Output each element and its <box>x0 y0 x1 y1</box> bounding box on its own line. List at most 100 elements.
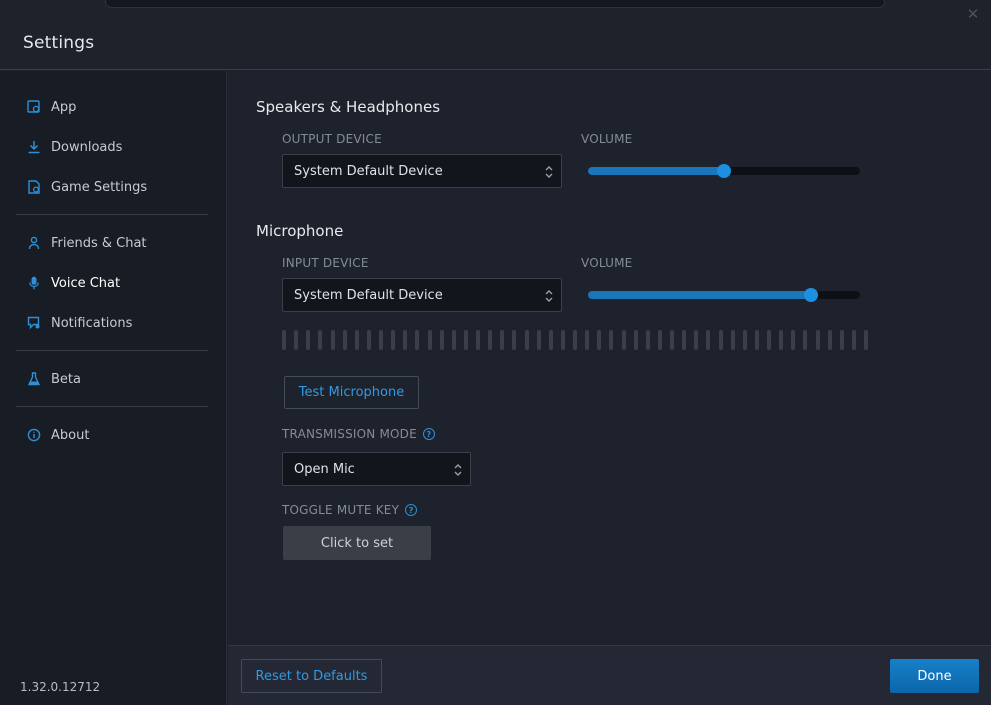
input-device-label: INPUT DEVICE <box>282 256 369 270</box>
page-title: Settings <box>23 33 95 53</box>
meter-bar <box>306 330 311 350</box>
sidebar-item-beta[interactable]: Beta <box>16 359 208 399</box>
mic-volume-label: VOLUME <box>581 256 633 270</box>
sidebar-group-social: Friends & Chat Voice Chat Notifications <box>16 223 208 343</box>
output-device-select[interactable]: System Default Device <box>282 154 562 188</box>
meter-bar <box>573 330 577 350</box>
download-icon <box>26 139 42 155</box>
meter-bar <box>536 330 541 350</box>
sidebar-item-label: App <box>51 99 77 115</box>
meter-bar <box>294 330 299 350</box>
sidebar-divider <box>16 406 208 407</box>
speaker-volume-label: VOLUME <box>581 132 633 146</box>
meter-bar <box>621 330 626 350</box>
meter-bar <box>851 330 856 350</box>
sidebar-item-app[interactable]: App <box>16 87 208 127</box>
sidebar-item-friends-chat[interactable]: Friends & Chat <box>16 223 208 263</box>
meter-bar <box>463 330 468 350</box>
test-microphone-button[interactable]: Test Microphone <box>284 376 419 409</box>
sidebar-item-label: Beta <box>51 371 81 387</box>
meter-bar <box>718 330 723 350</box>
set-mute-key-button[interactable]: Click to set <box>283 526 431 560</box>
reset-defaults-button[interactable]: Reset to Defaults <box>241 659 382 693</box>
microphone-section-title: Microphone <box>256 222 344 240</box>
sidebar-group-beta: Beta <box>16 359 208 399</box>
meter-bar <box>282 330 286 350</box>
app-icon <box>26 99 42 115</box>
slider-fill <box>588 167 724 175</box>
meter-bar <box>391 330 396 350</box>
meter-bar <box>488 330 493 350</box>
meter-bar <box>815 330 820 350</box>
sidebar: App Downloads Game Settings Friends & Ch… <box>0 71 227 705</box>
transmission-mode-label: TRANSMISSION MODE ? <box>282 427 435 441</box>
meter-bar <box>779 330 784 350</box>
speakers-section-title: Speakers & Headphones <box>256 98 441 116</box>
slider-thumb[interactable] <box>717 164 731 178</box>
notification-icon <box>26 315 42 331</box>
done-button[interactable]: Done <box>890 659 979 693</box>
help-icon[interactable]: ? <box>405 504 418 516</box>
sidebar-item-label: Notifications <box>51 315 133 331</box>
meter-bar <box>767 330 771 350</box>
select-arrows-icon <box>545 290 553 302</box>
meter-bar <box>730 330 735 350</box>
version-label: 1.32.0.12712 <box>20 680 101 694</box>
meter-bar <box>694 330 699 350</box>
meter-bar <box>657 330 662 350</box>
transmission-mode-text: TRANSMISSION MODE <box>282 427 417 441</box>
sidebar-group-general: App Downloads Game Settings <box>16 87 208 207</box>
meter-bar <box>791 330 796 350</box>
output-device-label: OUTPUT DEVICE <box>282 132 382 146</box>
meter-bar <box>379 330 383 350</box>
input-device-select[interactable]: System Default Device <box>282 278 562 312</box>
window-header: Settings ✕ <box>0 0 991 70</box>
select-arrows-icon <box>454 464 462 476</box>
sidebar-group-about: About <box>16 415 208 455</box>
meter-bar <box>548 330 553 350</box>
help-icon[interactable]: ? <box>422 428 435 440</box>
sidebar-item-game-settings[interactable]: Game Settings <box>16 167 208 207</box>
meter-bar <box>342 330 347 350</box>
meter-bar <box>366 330 371 350</box>
speaker-volume-slider[interactable] <box>588 164 860 178</box>
mic-volume-slider[interactable] <box>588 288 860 302</box>
meter-bar <box>512 330 517 350</box>
meter-bar <box>706 330 711 350</box>
sidebar-item-downloads[interactable]: Downloads <box>16 127 208 167</box>
sidebar-item-about[interactable]: About <box>16 415 208 455</box>
window-top-strip <box>105 0 885 8</box>
meter-bar <box>451 330 456 350</box>
transmission-mode-select[interactable]: Open Mic <box>282 452 471 486</box>
sidebar-item-label: Downloads <box>51 139 123 155</box>
slider-thumb[interactable] <box>804 288 819 302</box>
sidebar-divider <box>16 350 208 351</box>
microphone-icon <box>26 275 42 291</box>
close-icon[interactable]: ✕ <box>965 6 981 22</box>
output-device-value: System Default Device <box>294 163 443 179</box>
meter-bar <box>330 330 335 350</box>
meter-bar <box>415 330 420 350</box>
meter-bar <box>633 330 638 350</box>
meter-bar <box>645 330 650 350</box>
meter-bar <box>427 330 432 350</box>
meter-bar <box>318 330 323 350</box>
meter-bar <box>839 330 844 350</box>
flask-icon <box>26 371 42 387</box>
meter-bar <box>803 330 808 350</box>
toggle-mute-key-text: TOGGLE MUTE KEY <box>282 503 400 517</box>
meter-bar <box>354 330 359 350</box>
sidebar-item-voice-chat[interactable]: Voice Chat <box>16 263 208 303</box>
meter-bar <box>754 330 759 350</box>
sidebar-item-notifications[interactable]: Notifications <box>16 303 208 343</box>
friends-icon <box>26 235 42 251</box>
info-icon <box>26 427 42 443</box>
game-settings-icon <box>26 179 42 195</box>
meter-bar <box>864 330 868 350</box>
sidebar-item-label: Game Settings <box>51 179 148 195</box>
meter-bar <box>670 330 674 350</box>
meter-bar <box>827 330 832 350</box>
toggle-mute-key-label: TOGGLE MUTE KEY ? <box>282 503 418 517</box>
meter-bar <box>682 330 687 350</box>
meter-bar <box>560 330 565 350</box>
